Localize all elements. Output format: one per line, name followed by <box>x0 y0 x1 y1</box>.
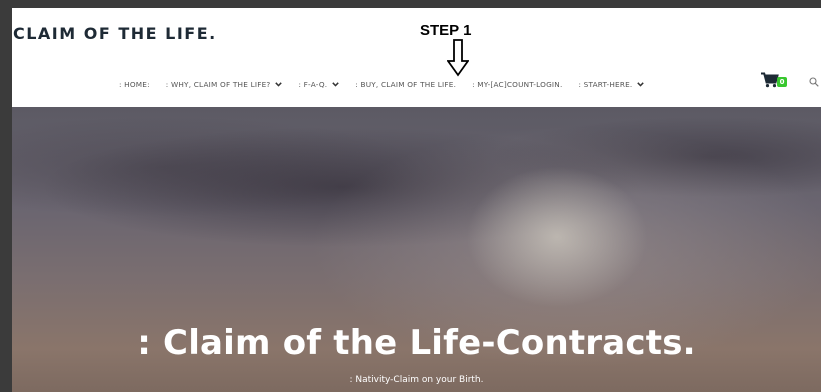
site-logo[interactable]: : CLAIM OF THE LIFE. <box>12 24 217 43</box>
nav-home[interactable]: : HOME: <box>119 80 150 89</box>
chevron-down-icon <box>275 81 283 87</box>
hero-title: : Claim of the Life-Contracts. <box>137 323 696 363</box>
step-annotation: STEP 1 <box>420 22 472 39</box>
page: : CLAIM OF THE LIFE. STEP 1 : HOME: : WH… <box>12 8 821 392</box>
hero-banner: : Claim of the Life-Contracts. : Nativit… <box>12 107 821 392</box>
nav-start-here[interactable]: : START-HERE. <box>578 79 645 89</box>
nav-faq-label: : F-A-Q. <box>298 79 328 89</box>
site-header: : CLAIM OF THE LIFE. STEP 1 : HOME: : WH… <box>12 8 821 107</box>
cart-button[interactable]: 0 <box>761 72 787 88</box>
hero-subtitle: : Nativity-Claim on your Birth. <box>349 375 484 385</box>
nav-account-login[interactable]: : MY-[AC]COUNT-LOGIN. <box>472 80 562 89</box>
arrow-down-icon <box>447 39 469 77</box>
main-nav: : HOME: : WHY, CLAIM OF THE LIFE? : F-A-… <box>119 76 660 92</box>
nav-buy-label: : BUY, CLAIM OF THE LIFE. <box>355 79 457 89</box>
nav-start-here-label: : START-HERE. <box>578 79 633 89</box>
cart-count-badge: 0 <box>777 77 787 87</box>
nav-faq[interactable]: : F-A-Q. <box>298 79 340 89</box>
nav-home-label: : HOME: <box>119 79 150 89</box>
nav-account-login-label: : MY-[AC]COUNT-LOGIN. <box>472 79 563 89</box>
search-icon[interactable] <box>809 77 819 87</box>
chevron-down-icon <box>332 81 340 87</box>
nav-buy[interactable]: : BUY, CLAIM OF THE LIFE. <box>355 80 456 89</box>
chevron-down-icon <box>637 81 645 87</box>
nav-why-claim-label: : WHY, CLAIM OF THE LIFE? <box>165 79 271 89</box>
nav-why-claim[interactable]: : WHY, CLAIM OF THE LIFE? <box>166 80 283 89</box>
